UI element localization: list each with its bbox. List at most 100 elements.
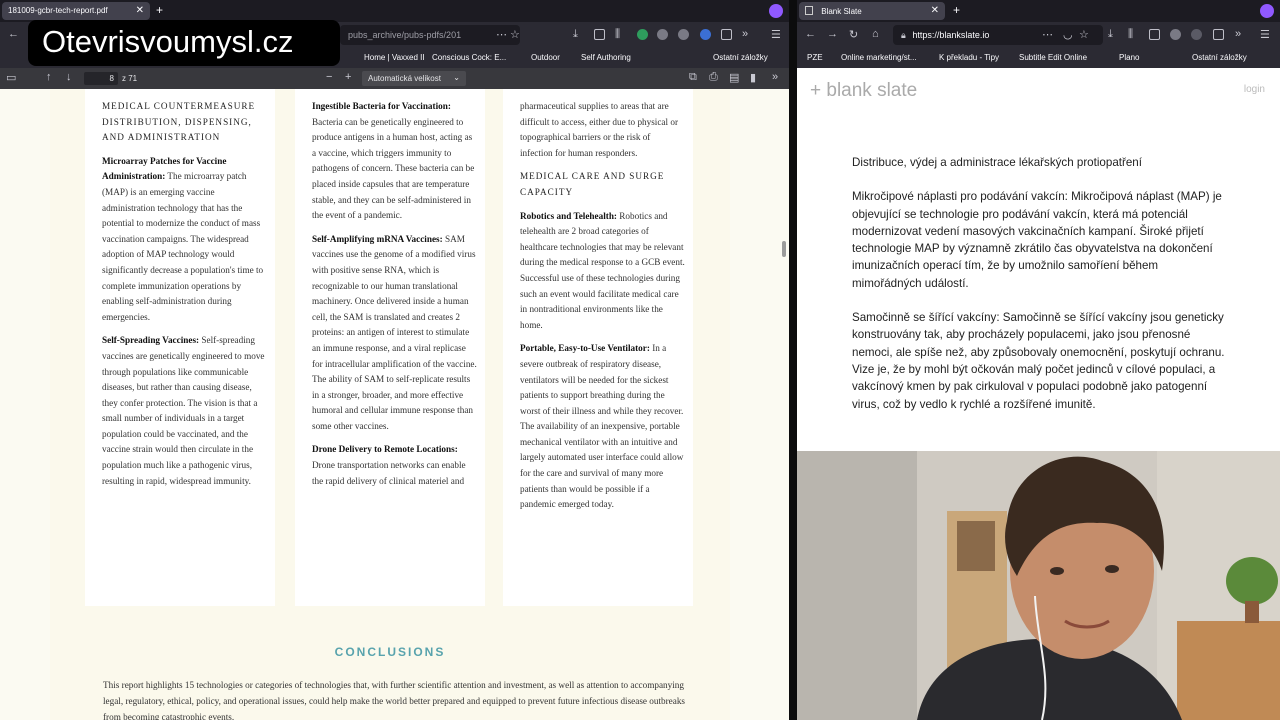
extension-gray-icon[interactable] bbox=[657, 29, 668, 40]
next-page-icon[interactable]: ↓ bbox=[66, 71, 72, 83]
extension-dark-icon[interactable] bbox=[1191, 29, 1202, 40]
menu-icon[interactable]: ☰ bbox=[1260, 28, 1270, 41]
forward-icon[interactable]: → bbox=[827, 28, 838, 40]
note-paragraph: Samočinně se šířící vakcíny: Samočinně s… bbox=[852, 311, 1225, 411]
channel-watermark: Otevrisvoumysl.cz bbox=[28, 20, 340, 66]
pdf-column-1: MEDICAL COUNTERMEASURE DISTRIBUTION, DIS… bbox=[85, 89, 275, 606]
tools-chevron-icon[interactable]: » bbox=[772, 71, 778, 83]
pdf-toolbar: ▭ ↑ ↓ 8 z 71 − + Automatická velikost ⌄ … bbox=[0, 68, 789, 89]
note-paragraph: Distribuce, výdej a administrace lékařsk… bbox=[852, 156, 1142, 169]
reader-view-icon[interactable] bbox=[1149, 29, 1160, 40]
pocket-icon[interactable]: ◡ bbox=[1063, 28, 1073, 41]
library-icon[interactable]: ⫼ bbox=[615, 28, 620, 41]
extension-square-icon[interactable] bbox=[1213, 29, 1224, 40]
back-icon[interactable]: ← bbox=[805, 28, 816, 40]
paragraph-body: Robotics and telehealth are 2 broad cate… bbox=[520, 210, 685, 330]
bookmark-folder-other[interactable]: Ostatní záložky bbox=[1192, 53, 1247, 62]
tab-pdf-report[interactable]: 181009-gcbr-tech-report.pdf ✕ bbox=[2, 2, 150, 20]
menu-icon[interactable]: ☰ bbox=[771, 28, 781, 41]
paragraph-body: Self-spreading vaccines are genetically … bbox=[102, 335, 265, 486]
download-icon[interactable]: ⤓ bbox=[1108, 28, 1113, 41]
save-icon[interactable]: ▤ bbox=[729, 71, 739, 84]
app-header: + blank slate login bbox=[797, 68, 1280, 112]
download-icon[interactable]: ⤓ bbox=[573, 28, 578, 41]
page-number-value: 8 bbox=[109, 74, 114, 83]
page-actions-icon[interactable]: ⋯ bbox=[496, 28, 507, 41]
extension-dark-icon[interactable] bbox=[678, 29, 689, 40]
paragraph: Ingestible Bacteria for Vaccination: Bac… bbox=[312, 99, 477, 224]
presentation-icon[interactable]: ⧉ bbox=[689, 71, 697, 84]
scrollbar-thumb[interactable] bbox=[782, 241, 786, 257]
close-tab-icon[interactable]: ✕ bbox=[931, 5, 939, 16]
bookmark-item[interactable]: Online marketing/st... bbox=[841, 53, 917, 62]
blank-slate-window: Blank Slate ✕ + ← → ↻ ⌂ 🔒︎ https://blank… bbox=[797, 0, 1280, 720]
pdf-column-2: Ingestible Bacteria for Vaccination: Bac… bbox=[295, 89, 485, 606]
bookmark-item[interactable]: Outdoor bbox=[531, 53, 560, 62]
extension-icon[interactable] bbox=[1260, 4, 1274, 18]
tab-strip: 181009-gcbr-tech-report.pdf ✕ + bbox=[0, 0, 789, 22]
prev-page-icon[interactable]: ↑ bbox=[46, 71, 52, 83]
url-text: pubs_archive/pubs-pdfs/201 bbox=[348, 30, 462, 40]
tab-title: Blank Slate bbox=[821, 7, 862, 16]
paragraph: Microarray Patches for Vaccine Administr… bbox=[102, 154, 267, 326]
bookmark-item[interactable]: Subtitle Edit Online bbox=[1019, 53, 1087, 62]
login-link[interactable]: login bbox=[1244, 84, 1265, 95]
nav-toolbar: ← → ↻ ⌂ 🔒︎ https://blankslate.io ⋯ ◡ ☆ ⤓… bbox=[797, 22, 1280, 48]
bookmark-item[interactable]: K překladu - Tipy bbox=[939, 53, 999, 62]
paragraph: Portable, Easy-to-Use Ventilator: In a s… bbox=[520, 341, 685, 513]
conclusions-text: This report highlights 15 technologies o… bbox=[103, 680, 686, 720]
bookmark-folder-other[interactable]: Ostatní záložky bbox=[713, 53, 768, 62]
paragraph: Self-Spreading Vaccines: Self-spreading … bbox=[102, 333, 267, 489]
bookmark-item[interactable]: PZE bbox=[807, 53, 823, 62]
note-editor[interactable]: Distribuce, výdej a administrace lékařsk… bbox=[852, 154, 1226, 430]
home-icon[interactable]: ⌂ bbox=[872, 28, 879, 40]
new-tab-icon[interactable]: + bbox=[156, 3, 163, 17]
page-number-input[interactable]: 8 bbox=[84, 72, 118, 85]
paragraph-body: Bacteria can be genetically engineered t… bbox=[312, 116, 475, 221]
bookmark-item[interactable]: Home | Vaxxed II bbox=[364, 53, 425, 62]
extension-green-icon[interactable] bbox=[637, 29, 648, 40]
reload-icon[interactable]: ↻ bbox=[849, 28, 858, 41]
paragraph: Robotics and Telehealth: Robotics and te… bbox=[520, 209, 685, 334]
print-icon[interactable]: ⎙ bbox=[709, 71, 718, 84]
sidebar-toggle-icon[interactable]: ▭ bbox=[6, 71, 16, 84]
bookmarks-bar: PZE Online marketing/st... K překladu - … bbox=[797, 48, 1280, 68]
paragraph-body: Drone transportation networks can enable… bbox=[312, 460, 466, 486]
extension-gray-icon[interactable] bbox=[1170, 29, 1181, 40]
library-icon[interactable]: ⫼ bbox=[1128, 28, 1133, 41]
extension-square-icon[interactable] bbox=[721, 29, 732, 40]
close-tab-icon[interactable]: ✕ bbox=[136, 5, 144, 16]
paragraph-heading: Robotics and Telehealth: bbox=[520, 210, 617, 221]
pdf-page: MEDICAL COUNTERMEASURE DISTRIBUTION, DIS… bbox=[50, 89, 730, 720]
note-paragraph: Mikročipové náplasti pro podávání vakcín… bbox=[852, 190, 1222, 290]
bookmark-star-icon[interactable]: ☆ bbox=[1079, 28, 1089, 41]
chevron-down-icon: ⌄ bbox=[453, 73, 460, 82]
bookmark-item[interactable]: Self Authoring bbox=[581, 53, 631, 62]
new-tab-icon[interactable]: + bbox=[953, 3, 960, 17]
paragraph-heading: Self-Amplifying mRNA Vaccines: bbox=[312, 233, 443, 244]
reader-view-icon[interactable] bbox=[594, 29, 605, 40]
bookmark-icon[interactable]: ▮ bbox=[750, 71, 756, 84]
bookmark-star-icon[interactable]: ☆ bbox=[510, 28, 520, 41]
zoom-select[interactable]: Automatická velikost ⌄ bbox=[362, 71, 466, 86]
zoom-in-icon[interactable]: + bbox=[345, 71, 351, 83]
paragraph-body: The microarray patch (MAP) is an emergin… bbox=[102, 171, 264, 322]
zoom-out-icon[interactable]: − bbox=[326, 71, 332, 83]
paragraph: Self-Amplifying mRNA Vaccines: SAM vacci… bbox=[312, 232, 477, 435]
paragraph: Drone Delivery to Remote Locations: Dron… bbox=[312, 442, 477, 489]
bookmark-item[interactable]: Conscious Cock: E... bbox=[432, 53, 506, 62]
pdf-viewer[interactable]: MEDICAL COUNTERMEASURE DISTRIBUTION, DIS… bbox=[0, 89, 789, 720]
overflow-chevron-icon[interactable]: » bbox=[1235, 28, 1241, 40]
paragraph-body: In a severe outbreak of respiratory dise… bbox=[520, 343, 684, 510]
tab-blank-slate[interactable]: Blank Slate ✕ bbox=[799, 2, 945, 20]
extension-icon[interactable] bbox=[769, 4, 783, 18]
conclusions-heading: CONCLUSIONS bbox=[334, 645, 446, 659]
url-bar[interactable]: pubs_archive/pubs-pdfs/201 bbox=[340, 25, 520, 45]
bookmark-item[interactable]: Plano bbox=[1119, 53, 1139, 62]
zoom-value: Automatická velikost bbox=[368, 74, 441, 83]
app-logo[interactable]: + blank slate bbox=[810, 80, 917, 102]
page-actions-icon[interactable]: ⋯ bbox=[1042, 28, 1053, 41]
back-icon[interactable]: ← bbox=[8, 28, 19, 40]
extension-blue-icon[interactable] bbox=[700, 29, 711, 40]
overflow-chevron-icon[interactable]: » bbox=[742, 28, 748, 40]
